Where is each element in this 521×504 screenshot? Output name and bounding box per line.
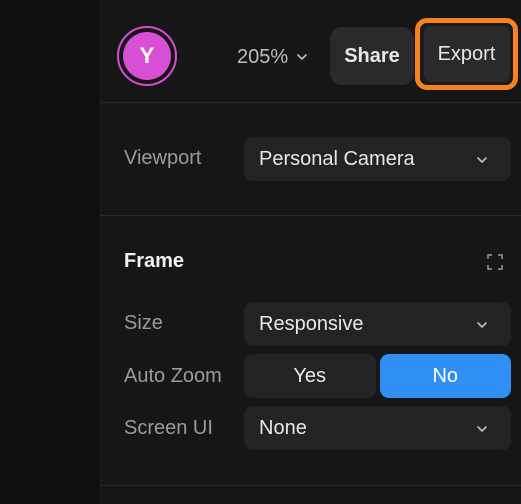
screen-ui-value: None: [259, 416, 307, 439]
zoom-dropdown[interactable]: 205%: [237, 44, 308, 70]
auto-zoom-label: Auto Zoom: [124, 365, 222, 387]
chevron-down-icon: [297, 54, 307, 60]
viewport-value: Personal Camera: [259, 147, 415, 170]
divider: [101, 215, 521, 216]
size-value: Responsive: [259, 312, 364, 335]
viewport-select[interactable]: Personal Camera: [244, 137, 511, 181]
export-button[interactable]: Export: [423, 26, 510, 82]
chevron-down-icon: [477, 322, 487, 328]
screen-ui-label: Screen UI: [124, 417, 213, 439]
expand-icon[interactable]: [487, 254, 503, 270]
size-select[interactable]: Responsive: [244, 302, 511, 346]
auto-zoom-yes-option[interactable]: Yes: [244, 354, 376, 398]
share-button[interactable]: Share: [330, 27, 414, 85]
viewport-label: Viewport: [124, 147, 202, 169]
avatar[interactable]: Y: [117, 26, 177, 86]
avatar-initial: Y: [123, 32, 171, 80]
zoom-level: 205%: [237, 45, 289, 68]
auto-zoom-toggle: Yes No: [244, 354, 511, 398]
frame-section-title: Frame: [124, 250, 185, 272]
size-label: Size: [124, 312, 163, 334]
app-window: Y 205% Share Export Viewport Personal Ca…: [0, 0, 521, 504]
screen-ui-select[interactable]: None: [244, 406, 511, 450]
auto-zoom-no-option[interactable]: No: [379, 354, 511, 398]
chevron-down-icon: [477, 157, 487, 163]
canvas-area: [0, 0, 100, 504]
divider: [101, 485, 521, 486]
export-button-highlight[interactable]: Export: [415, 18, 518, 90]
chevron-down-icon: [477, 426, 487, 432]
properties-panel: Y 205% Share Export Viewport Personal Ca…: [100, 0, 521, 504]
panel-header: Y 205% Share Export: [101, 0, 521, 103]
